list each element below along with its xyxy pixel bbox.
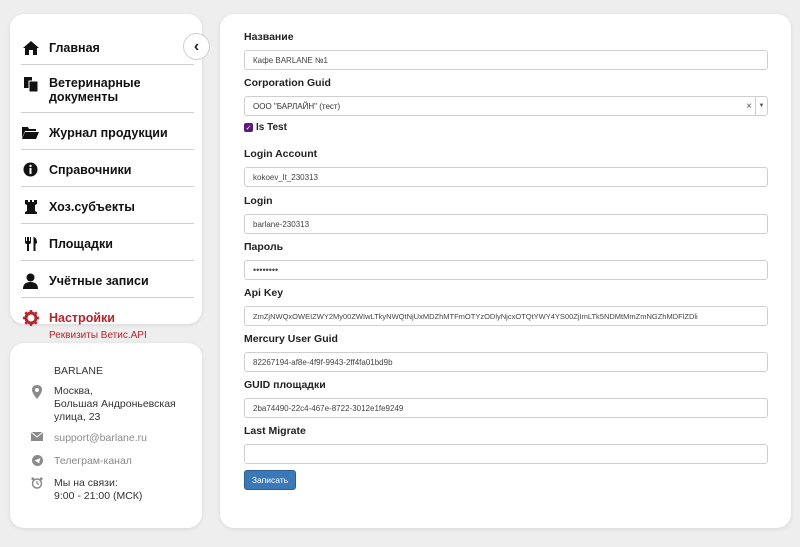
api-key-input[interactable]: ZmZjNWQxOWEIZWY2My00ZWIwLTkyNWQtNjUxMDZh… (244, 306, 768, 326)
name-field-group: Название Кафе BARLANE №1 (244, 31, 768, 70)
corp-select[interactable]: ООО "БАРЛАЙН" (тест) × ▼ (244, 96, 768, 116)
sidebar-item-references[interactable]: Справочники (21, 158, 194, 187)
sidebar-item-sites[interactable]: Площадки (21, 232, 194, 261)
sidebar-item-home[interactable]: Главная (21, 36, 194, 65)
mercury-input[interactable]: 82267194-af8e-4f9f-9943-2ff4fa01bd9b (244, 352, 768, 372)
mercury-field-group: Mercury User Guid 82267194-af8e-4f9f-994… (244, 333, 768, 372)
corp-label: Corporation Guid (244, 77, 331, 89)
sidebar-item-vet-docs[interactable]: Ветеринарные документы (21, 73, 194, 113)
guid-place-field-group: GUID площадки 2ba74490-22c4-467e-8722-30… (244, 379, 768, 418)
settings-form: Название Кафе BARLANE №1 Corporation Gui… (220, 14, 791, 528)
alarm-clock-icon (29, 477, 45, 503)
hours-row: Мы на связи: 9:00 - 21:00 (МСК) (29, 477, 142, 503)
email-row[interactable]: support@barlane.ru (29, 432, 147, 445)
sidebar-item-label: Справочники (49, 162, 132, 177)
mercury-label: Mercury User Guid (244, 333, 338, 345)
password-label: Пароль (244, 241, 284, 253)
sidebar-item-entities[interactable]: Хоз.субъекты (21, 195, 194, 224)
save-button[interactable]: Записать (244, 470, 296, 490)
company-name: BARLANE (54, 365, 104, 377)
password-input[interactable]: •••••••• (244, 260, 768, 280)
password-field-group: Пароль •••••••• (244, 241, 768, 280)
sidebar-item-label: Главная (49, 40, 100, 55)
sidebar-item-label: Хоз.субъекты (49, 199, 135, 214)
rook-icon (21, 198, 40, 215)
api-key-label: Api Key (244, 287, 284, 299)
login-label: Login (244, 195, 273, 207)
contact-card: BARLANE Москва, Большая Андроньевская ул… (10, 343, 202, 528)
login-input[interactable]: barlane-230313 (244, 214, 768, 234)
is-test-checkbox-row[interactable]: ✓ Is Test (244, 122, 287, 133)
address-line: Большая Андроньевская (54, 398, 176, 410)
map-marker-icon (29, 385, 45, 424)
sidebar-nav: ‹ Главная Ветеринарные документы Журнал … (10, 14, 210, 350)
documents-icon (21, 76, 40, 93)
telegram-icon (29, 455, 45, 468)
info-icon (21, 161, 40, 178)
name-input[interactable]: Кафе BARLANE №1 (244, 50, 768, 70)
sidebar-item-label: Учётные записи (49, 273, 149, 288)
login-account-label: Login Account (244, 148, 318, 160)
clear-icon[interactable]: × (746, 101, 752, 112)
sidebar-item-label: Журнал продукции (49, 125, 168, 140)
folder-open-icon (21, 124, 40, 141)
sidebar-item-accounts[interactable]: Учётные записи (21, 269, 194, 298)
telegram-row[interactable]: Телеграм-канал (29, 455, 132, 468)
envelope-icon (29, 432, 45, 445)
sidebar-item-journal[interactable]: Журнал продукции (21, 121, 194, 150)
hours-label: Мы на связи: (54, 477, 118, 489)
login-account-input[interactable]: kokoev_lt_230313 (244, 167, 768, 187)
support-email[interactable]: support@barlane.ru (54, 432, 147, 445)
sidebar-item-label: Настройки (49, 310, 115, 325)
telegram-link[interactable]: Телеграм-канал (54, 455, 132, 468)
is-test-label: Is Test (256, 122, 287, 133)
last-migrate-input[interactable] (244, 444, 768, 464)
corp-field-group: Corporation Guid ООО "БАРЛАЙН" (тест) × … (244, 77, 768, 116)
login-account-field-group: Login Account kokoev_lt_230313 (244, 148, 768, 187)
address-line: улица, 23 (54, 411, 101, 423)
sidebar-item-label: Площадки (49, 236, 113, 251)
login-field-group: Login barlane-230313 (244, 195, 768, 234)
name-label: Название (244, 31, 294, 43)
user-icon (21, 272, 40, 289)
last-migrate-field-group: Last Migrate (244, 425, 768, 464)
cutlery-icon (21, 235, 40, 252)
address-line: Москва, (54, 385, 93, 397)
sidebar-item-label: Ветеринарные документы (49, 76, 141, 104)
corp-selected-value: ООО "БАРЛАЙН" (тест) (253, 101, 341, 111)
guid-place-input[interactable]: 2ba74490-22c4-467e-8722-3012e1fe9249 (244, 398, 768, 418)
last-migrate-label: Last Migrate (244, 425, 306, 437)
is-test-checkbox[interactable]: ✓ (244, 123, 253, 132)
gear-icon (21, 309, 40, 326)
caret-down-icon[interactable]: ▼ (755, 97, 767, 115)
hours-value: 9:00 - 21:00 (МСК) (54, 490, 143, 502)
address-row: Москва, Большая Андроньевская улица, 23 (29, 385, 176, 424)
home-icon (21, 39, 40, 56)
guid-place-label: GUID площадки (244, 379, 326, 391)
api-key-field-group: Api Key ZmZjNWQxOWEIZWY2My00ZWIwLTkyNWQt… (244, 287, 768, 326)
